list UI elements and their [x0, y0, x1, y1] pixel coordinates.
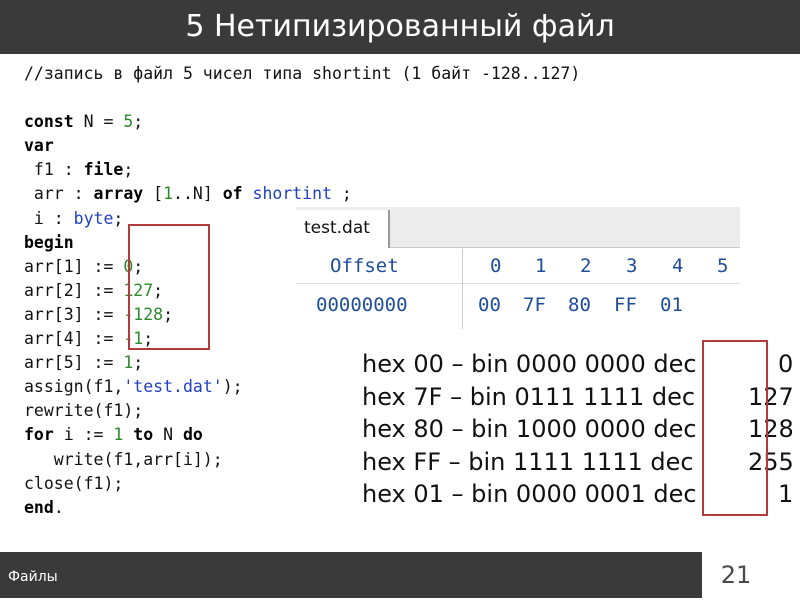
- assign-call-end: );: [222, 377, 243, 397]
- code-const-line: const N = 5;: [24, 110, 724, 134]
- arr-decl-end: ;: [332, 184, 352, 204]
- hex-byte: FF: [614, 294, 637, 316]
- code-comment: //запись в файл 5 чисел типа shortint (1…: [24, 64, 581, 83]
- conversion-text: hex 80 – bin 1000 0000 dec: [362, 415, 697, 443]
- conversion-text: hex 00 – bin 0000 0000 dec: [362, 350, 697, 378]
- offset-header: Offset: [330, 255, 399, 277]
- keyword-do: do: [182, 425, 203, 445]
- arr-decl-name: arr :: [24, 184, 94, 204]
- hex-byte: 80: [568, 294, 591, 316]
- keyword-of: of: [222, 184, 243, 204]
- highlight-box-dec: [702, 340, 768, 516]
- arr-decl-bracket: [: [143, 184, 164, 204]
- conversion-line: hex 01 – bin 0000 0001 dec 1: [362, 478, 793, 511]
- column-header: 4: [672, 255, 684, 277]
- assign-value: 1: [123, 353, 134, 373]
- assign-lhs: arr[5] :=: [24, 353, 124, 373]
- conversion-line: hex 80 – bin 1000 0000 dec 128: [362, 413, 794, 446]
- hex-tab-bar: test.dat: [296, 207, 740, 248]
- code-arr-decl: arr : array [1..N] of shortint ;: [24, 182, 724, 206]
- for-start: 1: [113, 425, 124, 445]
- for-space: [123, 425, 133, 444]
- conversion-text: hex 7F – bin 0111 1111 dec: [362, 382, 696, 411]
- column-header: 1: [535, 255, 547, 277]
- keyword-const: const: [24, 112, 74, 132]
- end-dot: .: [53, 497, 64, 517]
- assign-lhs: arr[4] :=: [24, 329, 124, 349]
- conversion-text: hex FF – bin 1111 1111 dec: [362, 447, 694, 476]
- conversion-line: hex 7F – bin 0111 1111 dec 127: [362, 381, 794, 414]
- assign-lhs: arr[3] :=: [24, 304, 124, 324]
- highlight-box-values: [128, 224, 210, 350]
- arr-decl-space: [243, 184, 253, 203]
- filename-string: 'test.dat': [123, 377, 223, 397]
- hex-data-row: 00000000 00 7F 80 FF 01: [296, 283, 740, 327]
- column-header: 3: [626, 255, 638, 277]
- slide-title: 5 Нетипизированный файл: [185, 9, 615, 44]
- keyword-var: var: [24, 136, 54, 156]
- assign-call: assign(f1,: [24, 377, 124, 397]
- row-offset: 00000000: [316, 294, 408, 316]
- footer-label: Файлы: [8, 569, 58, 585]
- for-var: i :=: [53, 425, 114, 445]
- const-semicolon: ;: [133, 112, 144, 132]
- decimal-value: 1: [778, 480, 794, 508]
- i-decl-semicolon: ;: [113, 208, 124, 228]
- for-limit: N: [153, 425, 183, 445]
- column-header: 2: [580, 255, 592, 277]
- tab-test-dat[interactable]: test.dat: [296, 210, 390, 248]
- hex-byte: 00: [478, 294, 501, 316]
- assign-lhs: arr[1] :=: [24, 256, 124, 276]
- type-shortint: shortint: [252, 184, 332, 204]
- keyword-end: end: [24, 497, 54, 517]
- page-number: 21: [720, 561, 752, 589]
- i-decl-name: i :: [24, 208, 74, 228]
- conversion-list: hex 00 – bin 0000 0000 dec 0 hex 7F – bin…: [362, 348, 794, 511]
- keyword-for: for: [24, 425, 54, 445]
- keyword-array: array: [93, 184, 144, 204]
- column-header: 5: [717, 255, 729, 277]
- conversion-line: hex FF – bin 1111 1111 dec 255: [362, 446, 794, 479]
- assign-lhs: arr[2] :=: [24, 280, 124, 300]
- code-var-line: var: [24, 134, 724, 158]
- hex-viewer: test.dat Offset 0 1 2 3 4 5 00000000 00 …: [296, 207, 740, 331]
- hex-byte: 01: [660, 294, 683, 316]
- column-header: 0: [490, 255, 502, 277]
- type-byte: byte: [73, 208, 114, 228]
- const-body: N =: [73, 112, 124, 132]
- const-value: 5: [123, 112, 134, 132]
- f1-decl-name: f1 :: [24, 160, 84, 180]
- arr-decl-low: 1: [163, 184, 174, 204]
- keyword-file: file: [83, 160, 124, 180]
- conversion-line: hex 00 – bin 0000 0000 dec 0: [362, 348, 793, 381]
- f1-decl-semicolon: ;: [123, 160, 134, 180]
- keyword-begin: begin: [24, 232, 74, 252]
- conversion-text: hex 01 – bin 0000 0001 dec: [362, 480, 697, 508]
- decimal-value: 0: [778, 350, 794, 378]
- hex-byte: 7F: [523, 294, 546, 316]
- arr-decl-range: ..N]: [173, 184, 223, 204]
- keyword-to: to: [133, 425, 154, 445]
- footer-bar: [0, 552, 702, 598]
- assign-semicolon: ;: [133, 353, 144, 373]
- code-f1-decl: f1 : file;: [24, 158, 724, 182]
- hex-header-row: Offset 0 1 2 3 4 5: [296, 249, 740, 283]
